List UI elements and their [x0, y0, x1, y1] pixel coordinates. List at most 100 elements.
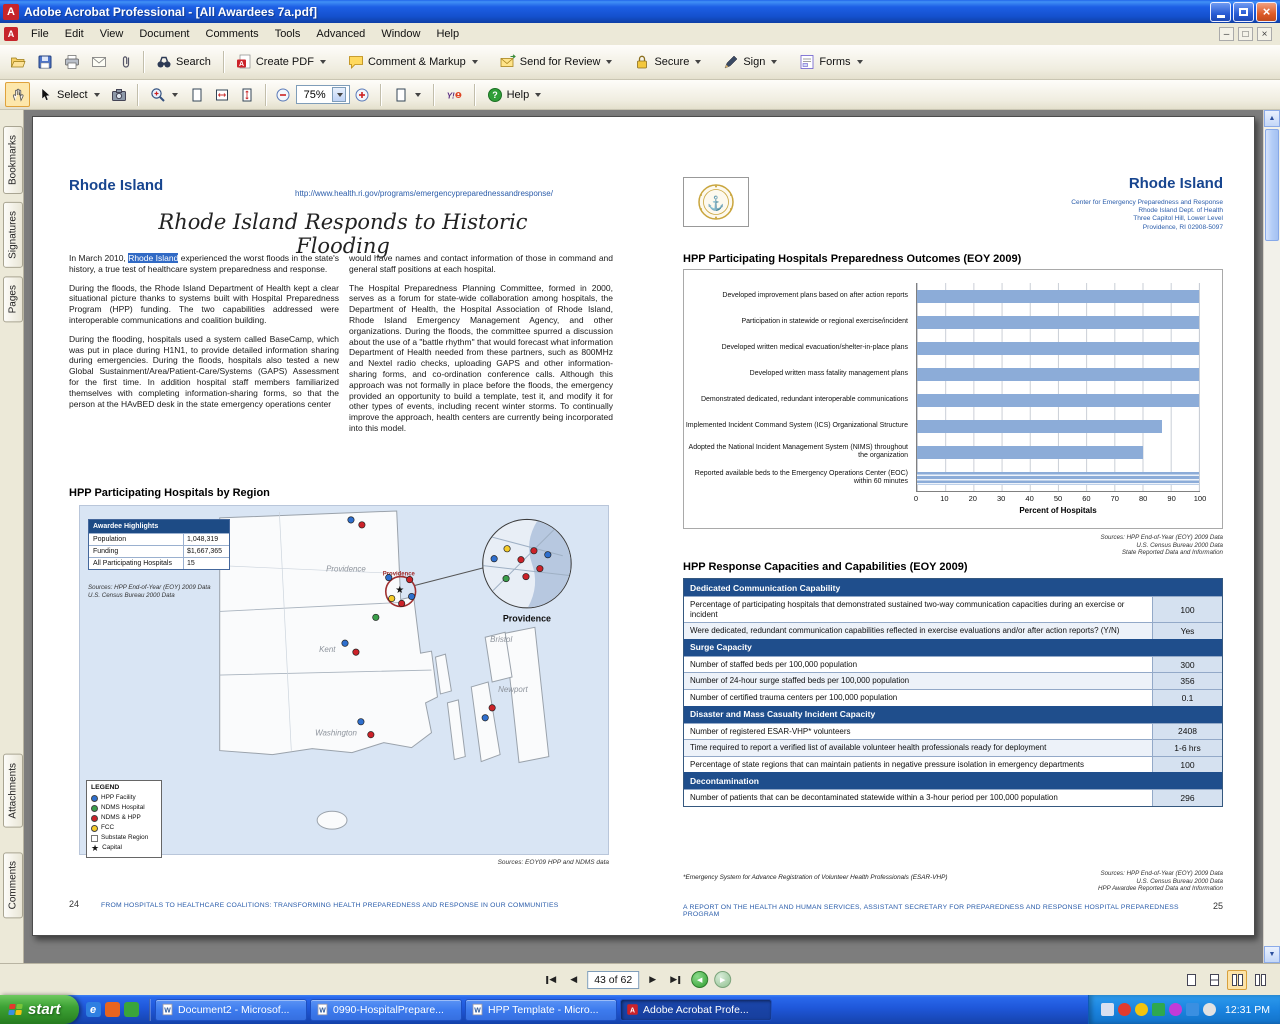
fit-page-button[interactable] — [235, 82, 260, 107]
next-view-button[interactable]: ▶ — [714, 971, 731, 988]
comment-markup-button[interactable]: Comment & Markup — [341, 49, 485, 75]
tray-icon[interactable] — [1118, 1003, 1131, 1016]
close-button[interactable]: × — [1256, 2, 1277, 22]
scroll-up-button[interactable]: ▲ — [1264, 110, 1280, 127]
attach-button[interactable] — [113, 50, 138, 75]
scroll-down-button[interactable]: ▼ — [1264, 946, 1280, 963]
print-button[interactable] — [59, 50, 84, 75]
continuous-view-button[interactable] — [1204, 970, 1224, 990]
navigation-tab-strip: Bookmarks Signatures Pages Attachments Comm… — [0, 110, 24, 963]
help-button[interactable]: ? Help — [480, 82, 549, 108]
first-page-button[interactable]: ◀ — [541, 970, 560, 989]
continuous-facing-view-button[interactable] — [1227, 970, 1247, 990]
menu-edit[interactable]: Edit — [57, 24, 92, 44]
open-button[interactable] — [5, 50, 30, 75]
page-indicator-field[interactable]: 43 of 62 — [587, 971, 639, 989]
doc-restore-button[interactable]: □ — [1238, 27, 1253, 41]
facing-view-button[interactable] — [1250, 970, 1270, 990]
tray-icon[interactable] — [1169, 1003, 1182, 1016]
camera-icon — [111, 87, 127, 103]
fit-width-button[interactable] — [210, 82, 235, 107]
taskbar-button[interactable]: WHPP Template - Micro... — [465, 999, 617, 1021]
sidebar-tab-signatures[interactable]: Signatures — [3, 202, 23, 268]
pdf-document-icon[interactable]: A — [4, 27, 18, 41]
sidebar-tab-pages[interactable]: Pages — [3, 276, 23, 322]
scrollbar-thumb[interactable] — [1265, 129, 1279, 241]
doc-minimize-button[interactable]: – — [1219, 27, 1234, 41]
select-tool-button[interactable]: Select — [30, 82, 107, 108]
sidebar-tab-bookmarks[interactable]: Bookmarks — [3, 126, 23, 194]
page-display-button[interactable] — [386, 82, 428, 108]
map-marker-hpp — [545, 552, 551, 558]
zoom-level-field[interactable]: 75% — [296, 85, 350, 104]
taskbar-button[interactable]: AAdobe Acrobat Profe... — [620, 999, 772, 1021]
tray-icon[interactable] — [1186, 1003, 1199, 1016]
previous-view-button[interactable]: ◀ — [691, 971, 708, 988]
taskbar-button[interactable]: WDocument2 - Microsof... — [155, 999, 307, 1021]
legend-label: Capital — [102, 843, 122, 853]
last-page-button[interactable]: ▶ — [666, 970, 685, 989]
left-page-url[interactable]: http://www.health.ri.gov/programs/emerge… — [295, 189, 553, 198]
system-tray: 12:31 PM — [1088, 995, 1280, 1024]
select-tool-label: Select — [57, 89, 88, 101]
yahoo-messenger-button[interactable]: Y! — [439, 82, 469, 108]
single-page-view-button[interactable] — [1181, 970, 1201, 990]
tray-icon[interactable] — [1135, 1003, 1148, 1016]
previous-page-button[interactable]: ◀ — [564, 970, 583, 989]
table-row: Number of 24-hour surge staffed beds per… — [684, 672, 1222, 689]
screen: A Adobe Acrobat Professional - [All Awar… — [0, 0, 1280, 1024]
send-for-review-button[interactable]: Send for Review — [493, 49, 620, 75]
sidebar-tab-attachments[interactable]: Attachments — [3, 754, 23, 828]
address-lines-line: Providence, RI 02908-5097 — [793, 224, 1223, 232]
chevron-down-icon — [172, 93, 178, 97]
table-sources-line: HPP Awardee Reported Data and Informatio… — [983, 885, 1223, 893]
menu-view[interactable]: View — [92, 24, 132, 44]
search-button[interactable]: Search — [149, 49, 218, 75]
tray-icon[interactable] — [1203, 1003, 1216, 1016]
save-button[interactable] — [32, 50, 57, 75]
start-button[interactable]: start — [0, 995, 79, 1024]
menu-file[interactable]: File — [23, 24, 57, 44]
zoom-out-button[interactable] — [271, 82, 296, 107]
hand-tool-button[interactable] — [5, 82, 30, 107]
secure-button[interactable]: Secure — [627, 49, 708, 75]
taskbar-button[interactable]: W0990-HospitalPrepare... — [310, 999, 462, 1021]
menu-document[interactable]: Document — [131, 24, 197, 44]
sign-icon — [723, 54, 739, 70]
highlights-row: Funding$1,667,365 — [89, 545, 229, 557]
chart-category-label: Demonstrated dedicated, redundant intero… — [684, 396, 916, 404]
chart-track — [916, 439, 1200, 465]
toolbar-separator — [380, 84, 381, 106]
tray-icon[interactable] — [1101, 1003, 1114, 1016]
yahoo-messenger-icon: Y! — [446, 87, 462, 103]
zoom-tool-button[interactable] — [143, 82, 185, 108]
forms-button[interactable]: Forms — [792, 49, 869, 75]
quick-launch-icon[interactable]: e — [86, 1002, 101, 1017]
menu-comments[interactable]: Comments — [198, 24, 267, 44]
quick-launch-icon[interactable] — [105, 1002, 120, 1017]
vertical-scrollbar[interactable]: ▲ ▼ — [1263, 110, 1280, 963]
quick-launch-icon[interactable] — [124, 1002, 139, 1017]
taskbar-clock: 12:31 PM — [1225, 1004, 1270, 1016]
map-marker-ndms-hpp — [359, 522, 365, 528]
zoom-dropdown-button[interactable] — [332, 87, 346, 102]
actual-size-button[interactable] — [185, 82, 210, 107]
email-button[interactable] — [86, 50, 111, 75]
minimize-button[interactable] — [1210, 2, 1231, 22]
tray-icon[interactable] — [1152, 1003, 1165, 1016]
menu-advanced[interactable]: Advanced — [308, 24, 373, 44]
next-page-button[interactable]: ▶ — [643, 970, 662, 989]
create-pdf-button[interactable]: ACreate PDF — [229, 49, 333, 75]
menu-tools[interactable]: Tools — [267, 24, 309, 44]
menu-help[interactable]: Help — [428, 24, 467, 44]
sign-button[interactable]: Sign — [716, 49, 784, 75]
doc-close-button[interactable]: × — [1257, 27, 1272, 41]
sidebar-tab-comments[interactable]: Comments — [3, 852, 23, 918]
restore-button[interactable] — [1233, 2, 1254, 22]
snapshot-tool-button[interactable] — [107, 82, 132, 107]
toolbar-separator — [265, 84, 266, 106]
menu-window[interactable]: Window — [373, 24, 428, 44]
map-marker-ndms — [373, 614, 379, 620]
table-row-value: 0.1 — [1152, 690, 1222, 706]
zoom-in-button[interactable] — [350, 82, 375, 107]
